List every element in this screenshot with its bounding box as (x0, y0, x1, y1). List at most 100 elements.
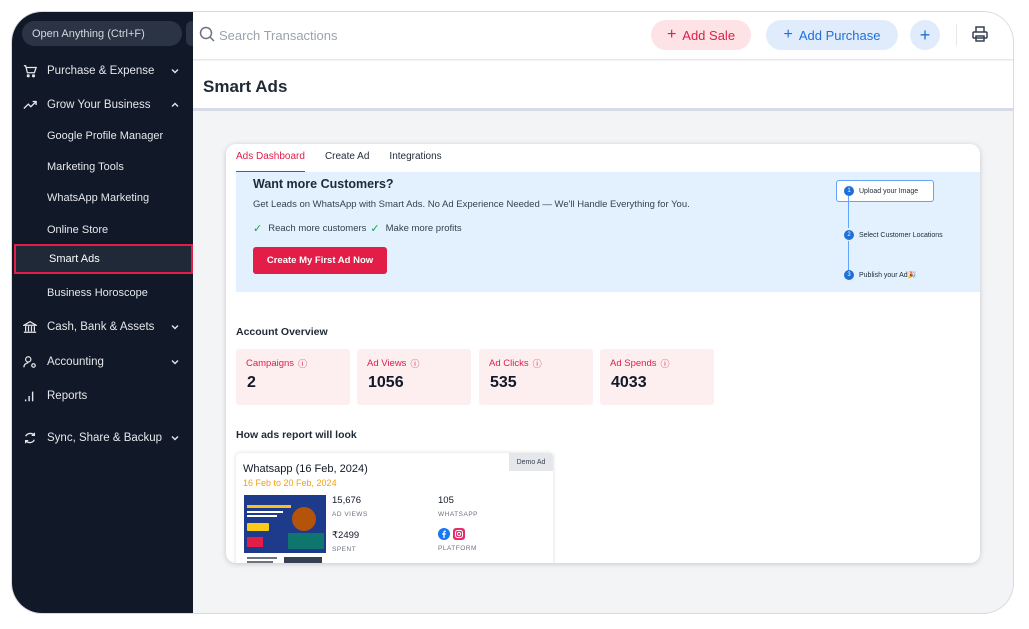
stat-value: 1056 (368, 374, 404, 391)
demo-report-card: Demo Ad Whatsapp (16 Feb, 2024) 16 Feb t… (236, 453, 553, 563)
sidebar-item-label: Grow Your Business (47, 99, 151, 111)
sync-icon (22, 430, 38, 446)
sidebar-subitem-label: Marketing Tools (47, 161, 124, 173)
account-overview-title: Account Overview (236, 326, 328, 338)
plus-icon: + (666, 26, 677, 43)
sidebar-item-label: Reports (47, 390, 88, 402)
metric-ad-views: 15,676 AD VIEWS (332, 495, 368, 518)
demo-ad-badge: Demo Ad (509, 453, 553, 471)
sidebar-subitem-google-profile[interactable]: Google Profile Manager (47, 124, 163, 148)
sidebar-subitem-label: Business Horoscope (47, 287, 148, 299)
report-date-range: 16 Feb to 20 Feb, 2024 (243, 478, 337, 488)
printer-icon[interactable] (972, 26, 988, 42)
facebook-icon (438, 528, 450, 540)
step-label: Publish your Ad🎉 (859, 272, 917, 279)
stat-ad-spends: Ad Spends ⓘ 4033 (600, 349, 714, 405)
info-icon[interactable]: ⓘ (410, 357, 419, 370)
steps-list: 1 Upload your Image 2 Select Customer Lo… (836, 180, 976, 290)
step-number: 3 (844, 270, 854, 280)
step-number: 2 (844, 230, 854, 240)
stat-value: 4033 (611, 374, 647, 391)
stat-label: Campaigns (246, 358, 295, 369)
sidebar-subitem-label: Google Profile Manager (47, 130, 164, 142)
info-icon[interactable]: ⓘ (298, 357, 307, 370)
step-item: 3 Publish your Ad🎉 (844, 270, 916, 280)
add-purchase-button[interactable]: + Add Purchase (766, 20, 898, 50)
metric-whatsapp: 105 WHATSAPP (438, 495, 478, 518)
ad-creative-thumbnail (244, 495, 326, 563)
report-title: Whatsapp (16 Feb, 2024) (243, 463, 368, 475)
info-icon[interactable]: ⓘ (660, 357, 669, 370)
user-settings-icon (22, 354, 38, 370)
top-bar: + Add Sale + Add Purchase + (193, 12, 1013, 60)
stat-value: 2 (247, 374, 256, 391)
sidebar-subitem-whatsapp-marketing[interactable]: WhatsApp Marketing (47, 186, 149, 210)
metric-value: 105 (438, 495, 454, 506)
cart-icon (22, 63, 38, 79)
sidebar-subitem-label: Online Store (47, 224, 109, 236)
tab-integrations[interactable]: Integrations (389, 151, 441, 173)
sidebar-subitem-online-store[interactable]: Online Store (47, 218, 108, 242)
add-sale-label: Add Sale (682, 27, 736, 43)
chevron-down-icon (171, 436, 179, 441)
add-more-button[interactable]: + (910, 20, 940, 50)
sidebar-item-accounting[interactable]: Accounting (12, 347, 193, 377)
stat-label: Ad Clicks (489, 358, 529, 369)
benefits: ✓ Reach more customers ✓ Make more profi… (253, 222, 462, 235)
plus-icon: + (919, 24, 931, 45)
sidebar-item-cash-bank[interactable]: Cash, Bank & Assets (12, 312, 193, 342)
stat-value: 535 (490, 374, 517, 391)
metric-value: ₹2499 (332, 530, 360, 541)
smart-ads-card: Ads Dashboard Create Ad Integrations Wan… (226, 144, 980, 563)
metric-value: 15,676 (332, 495, 362, 506)
step-number: 1 (844, 186, 854, 196)
chevron-down-icon (171, 325, 179, 330)
sidebar-subitem-business-horoscope[interactable]: Business Horoscope (47, 281, 148, 305)
stat-ad-views: Ad Views ⓘ 1056 (357, 349, 471, 405)
app-window: Open Anything (Ctrl+F) Purchase & Expens… (12, 12, 1013, 613)
sidebar-subitem-smart-ads[interactable]: Smart Ads (14, 244, 193, 274)
open-anything-label: Open Anything (Ctrl+F) (32, 27, 145, 40)
step-connector (848, 196, 849, 228)
check-icon: ✓ (253, 223, 263, 235)
sidebar-item-sync-share[interactable]: Sync, Share & Backup (12, 423, 193, 453)
chevron-down-icon (171, 360, 179, 365)
info-icon[interactable]: ⓘ (533, 357, 542, 370)
stat-ad-clicks: Ad Clicks ⓘ 535 (479, 349, 593, 405)
sidebar-item-grow-business[interactable]: Grow Your Business (12, 90, 193, 120)
chevron-up-icon (171, 102, 179, 107)
metric-label: PLATFORM (438, 545, 477, 552)
create-first-ad-button[interactable]: Create My First Ad Now (253, 247, 387, 274)
search-icon (199, 26, 215, 42)
sidebar-subitem-label: Smart Ads (49, 253, 100, 265)
page-header: Smart Ads (193, 61, 1013, 111)
stat-label: Ad Views (367, 358, 407, 369)
tab-create-ad[interactable]: Create Ad (325, 151, 369, 173)
promo-banner: Want more Customers? Get Leads on WhatsA… (236, 172, 980, 292)
divider (956, 24, 957, 46)
banner-subtitle: Get Leads on WhatsApp with Smart Ads. No… (253, 199, 690, 210)
step-item: 1 Upload your Image (844, 186, 918, 196)
search-transactions-input[interactable] (219, 24, 519, 46)
sidebar-item-label: Accounting (47, 356, 104, 368)
open-anything-search[interactable]: Open Anything (Ctrl+F) (22, 21, 182, 46)
step-label: Select Customer Locations (859, 231, 943, 239)
sidebar-item-reports[interactable]: Reports (12, 381, 193, 411)
metric-label: AD VIEWS (332, 511, 368, 518)
add-sale-button[interactable]: + Add Sale (651, 20, 751, 50)
stat-campaigns: Campaigns ⓘ 2 (236, 349, 350, 405)
report-section-title: How ads report will look (236, 429, 357, 441)
banner-title: Want more Customers? (253, 177, 394, 191)
metric-spent: ₹2499 SPENT (332, 530, 359, 553)
metric-label: SPENT (332, 546, 357, 553)
sidebar-item-label: Purchase & Expense (47, 65, 155, 77)
tab-ads-dashboard[interactable]: Ads Dashboard (236, 151, 305, 173)
check-icon: ✓ (370, 223, 380, 235)
stat-label: Ad Spends (610, 358, 657, 369)
sidebar-item-purchase-expense[interactable]: Purchase & Expense (12, 56, 193, 86)
trending-up-icon (22, 97, 38, 113)
bar-chart-icon (22, 388, 38, 404)
sidebar-subitem-label: WhatsApp Marketing (47, 192, 150, 204)
tab-bar: Ads Dashboard Create Ad Integrations (236, 151, 442, 173)
sidebar-subitem-marketing-tools[interactable]: Marketing Tools (47, 155, 124, 179)
